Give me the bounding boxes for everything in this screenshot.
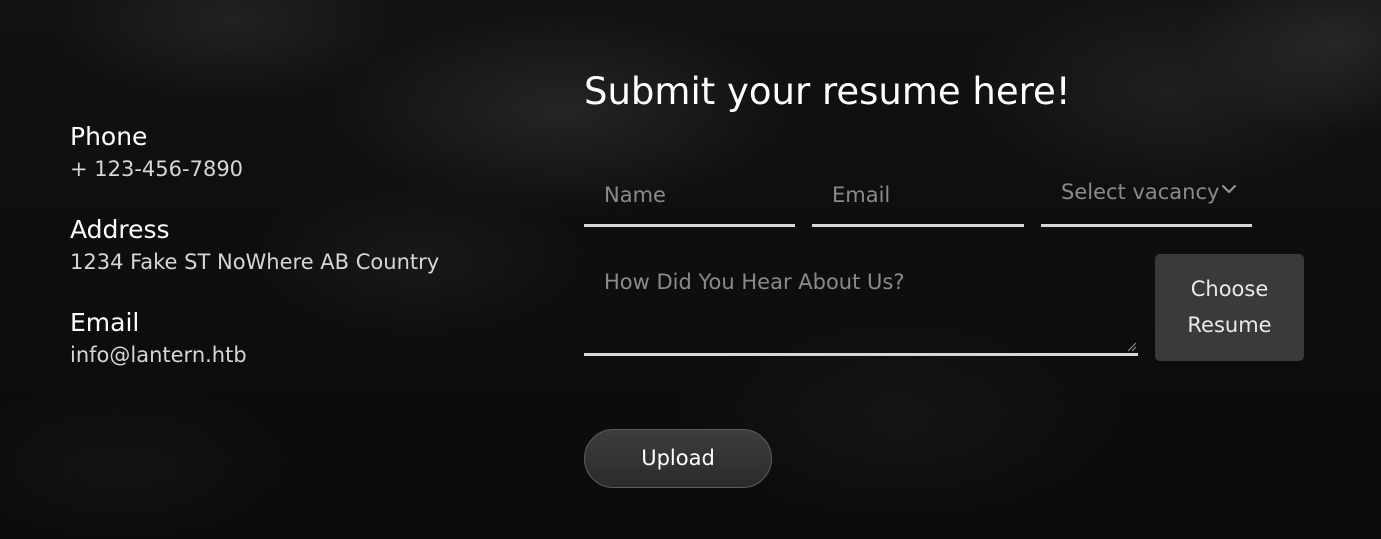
hear-about-us-placeholder: How Did You Hear About Us? <box>604 270 905 294</box>
address-label: Address <box>70 215 170 244</box>
form-title: Submit your resume here! <box>584 70 1071 113</box>
choose-resume-button[interactable]: Choose Resume <box>1155 254 1304 361</box>
hear-about-us-textarea[interactable]: How Did You Hear About Us? <box>584 254 1138 356</box>
email-value: info@lantern.htb <box>70 343 247 367</box>
vacancy-select-value: Select vacancy <box>1061 180 1220 204</box>
contact-address: Address 1234 Fake ST NoWhere AB Country <box>70 214 530 277</box>
address-value: 1234 Fake ST NoWhere AB Country <box>70 250 440 274</box>
resize-grip-icon[interactable] <box>1127 342 1137 352</box>
choose-resume-label-line1: Choose <box>1190 277 1269 301</box>
phone-value: + 123-456-7890 <box>70 157 244 181</box>
upload-button[interactable]: Upload <box>584 429 772 488</box>
email-label: Email <box>70 308 140 337</box>
contact-phone: Phone + 123-456-7890 <box>70 121 530 184</box>
email-input[interactable] <box>812 166 1024 227</box>
choose-resume-label-line2: Resume <box>1187 313 1272 337</box>
vacancy-select[interactable]: Select vacancy <box>1041 166 1252 227</box>
phone-label: Phone <box>70 122 148 151</box>
contact-info: Phone + 123-456-7890 Address 1234 Fake S… <box>70 121 530 400</box>
contact-email: Email info@lantern.htb <box>70 307 530 370</box>
chevron-down-icon <box>1222 185 1236 193</box>
name-input[interactable] <box>584 166 795 227</box>
